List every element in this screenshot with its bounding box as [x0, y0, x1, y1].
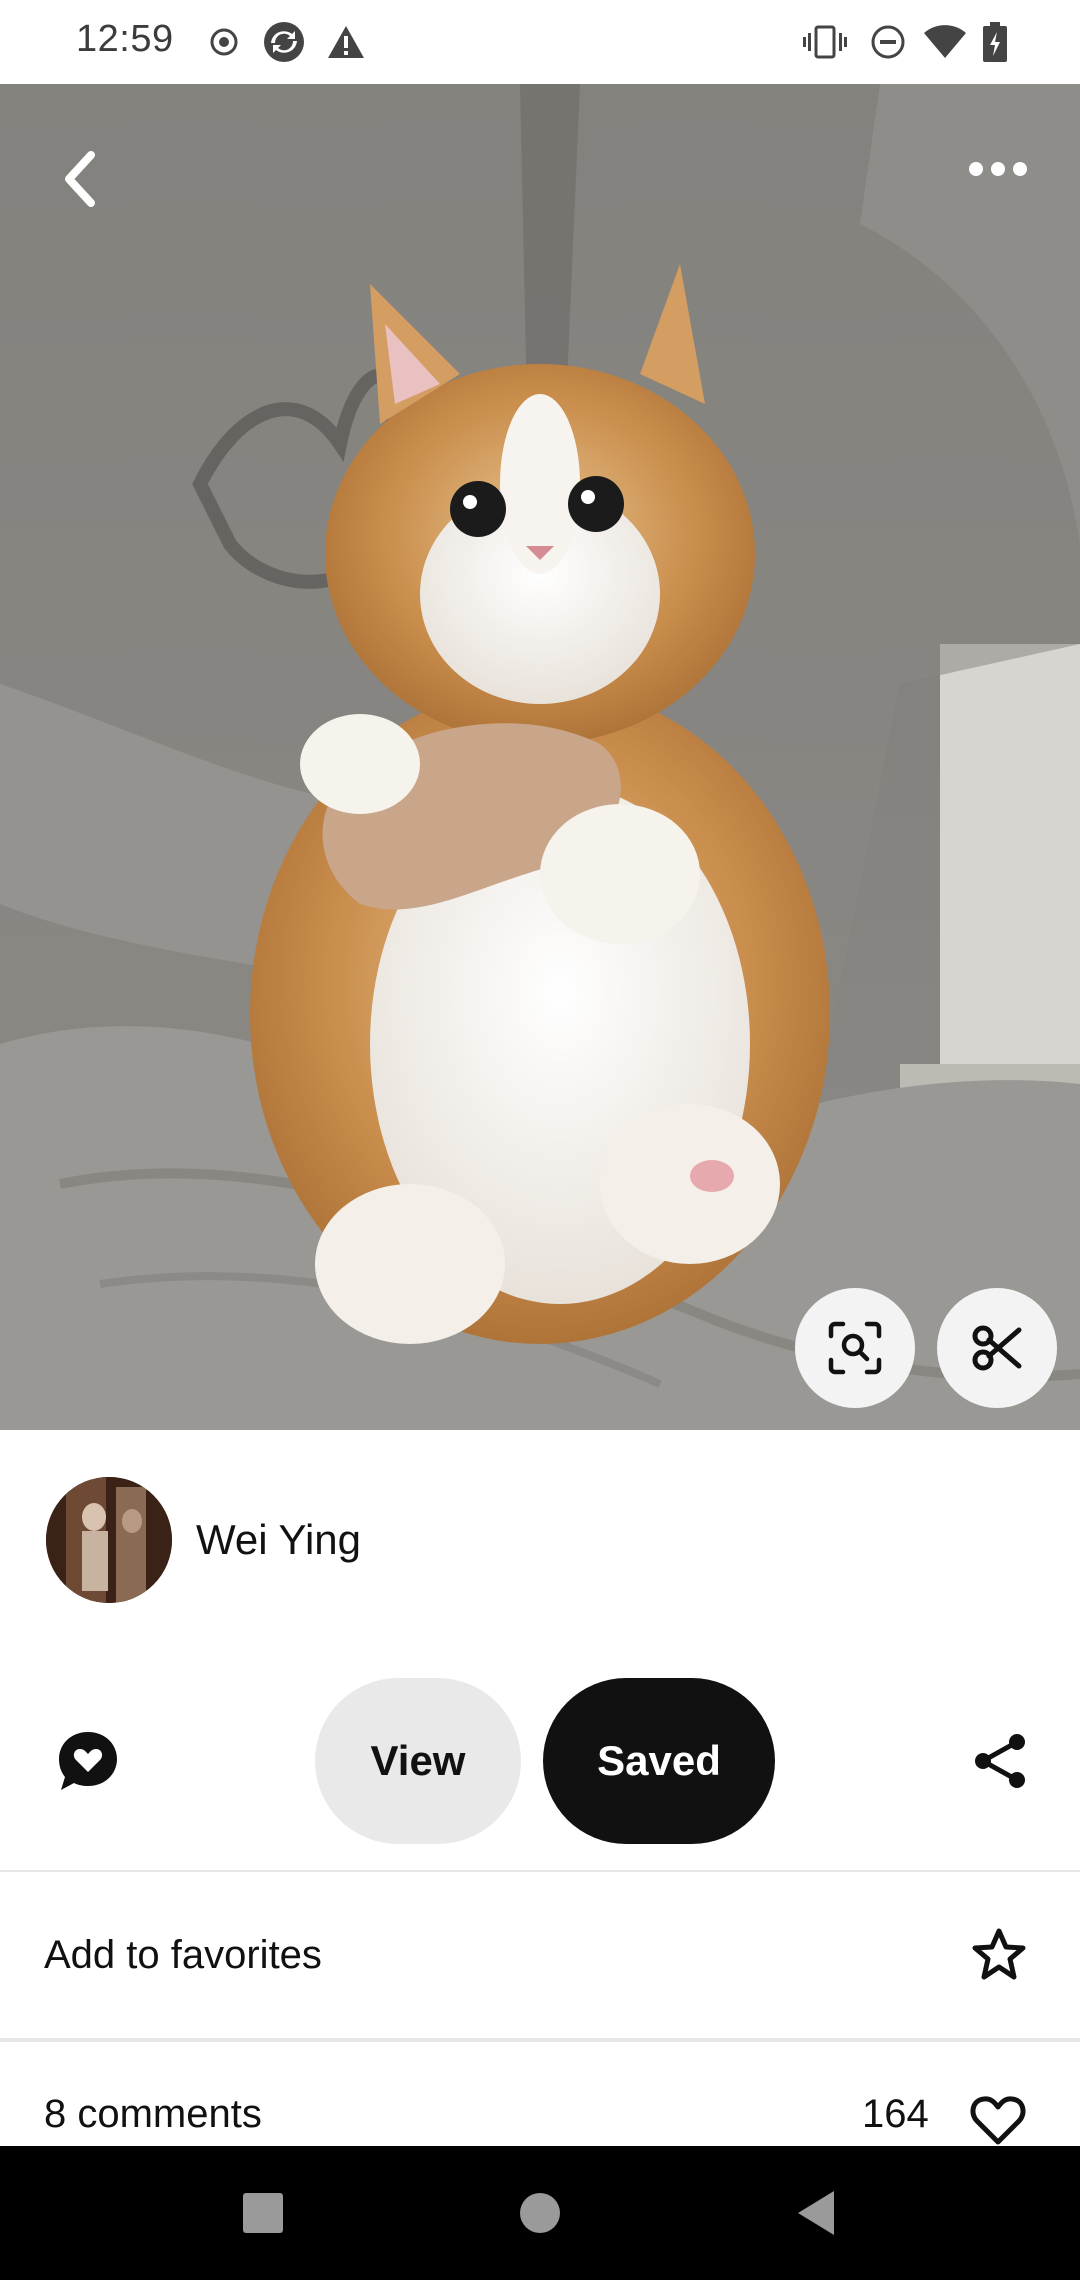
- add-to-favorites-row[interactable]: Add to favorites: [0, 1872, 1080, 2038]
- more-options-icon: [969, 162, 1027, 176]
- more-options-button[interactable]: [960, 144, 1036, 194]
- visual-search-icon: [828, 1321, 882, 1375]
- saved-button[interactable]: Saved: [543, 1678, 775, 1844]
- avatar[interactable]: [46, 1477, 172, 1603]
- saved-button-label: Saved: [597, 1737, 721, 1784]
- creator-row[interactable]: Wei Ying: [46, 1476, 361, 1604]
- engagement-row: 8 comments 164: [0, 2086, 1080, 2146]
- status-bar: 12:59: [0, 0, 1080, 84]
- pin-image[interactable]: [0, 84, 1080, 1430]
- recents-square-icon: [243, 2193, 283, 2233]
- view-button[interactable]: View: [315, 1678, 521, 1844]
- battery-charging-icon: [980, 22, 1010, 62]
- home-circle-icon: [520, 2193, 560, 2233]
- comment-heart-icon: [59, 1732, 117, 1790]
- cutout-button[interactable]: [937, 1288, 1057, 1408]
- recents-button[interactable]: [193, 2146, 333, 2280]
- comments-count-label[interactable]: 8 comments: [44, 2092, 262, 2137]
- share-button[interactable]: [960, 1721, 1040, 1801]
- divider: [0, 2038, 1080, 2042]
- heart-icon[interactable]: [966, 2088, 1030, 2146]
- nav-back-button[interactable]: [746, 2146, 886, 2280]
- view-button-label: View: [370, 1737, 466, 1784]
- system-navigation-bar: [0, 2146, 1080, 2280]
- cat-photo: [0, 84, 1080, 1430]
- wifi-icon: [922, 22, 968, 62]
- star-icon[interactable]: [964, 1920, 1034, 1990]
- home-button[interactable]: [470, 2146, 610, 2280]
- record-icon: [206, 22, 242, 62]
- avatar-image: [46, 1477, 172, 1603]
- back-chevron-icon: [65, 151, 95, 207]
- likes-count: 164: [862, 2092, 929, 2136]
- vibrate-icon: [802, 22, 848, 62]
- warning-icon: [326, 22, 366, 62]
- comment-button[interactable]: [48, 1721, 128, 1801]
- add-to-favorites-label: Add to favorites: [44, 1932, 322, 1977]
- visual-search-button[interactable]: [795, 1288, 915, 1408]
- do-not-disturb-icon: [868, 22, 908, 62]
- creator-name[interactable]: Wei Ying: [196, 1516, 361, 1564]
- action-bar: View Saved: [0, 1678, 1080, 1844]
- share-icon: [975, 1734, 1025, 1788]
- scissors-icon: [972, 1325, 1022, 1371]
- back-button[interactable]: [44, 144, 114, 214]
- status-time: 12:59: [76, 18, 174, 60]
- back-triangle-icon: [798, 2191, 834, 2235]
- sync-icon: [262, 22, 306, 62]
